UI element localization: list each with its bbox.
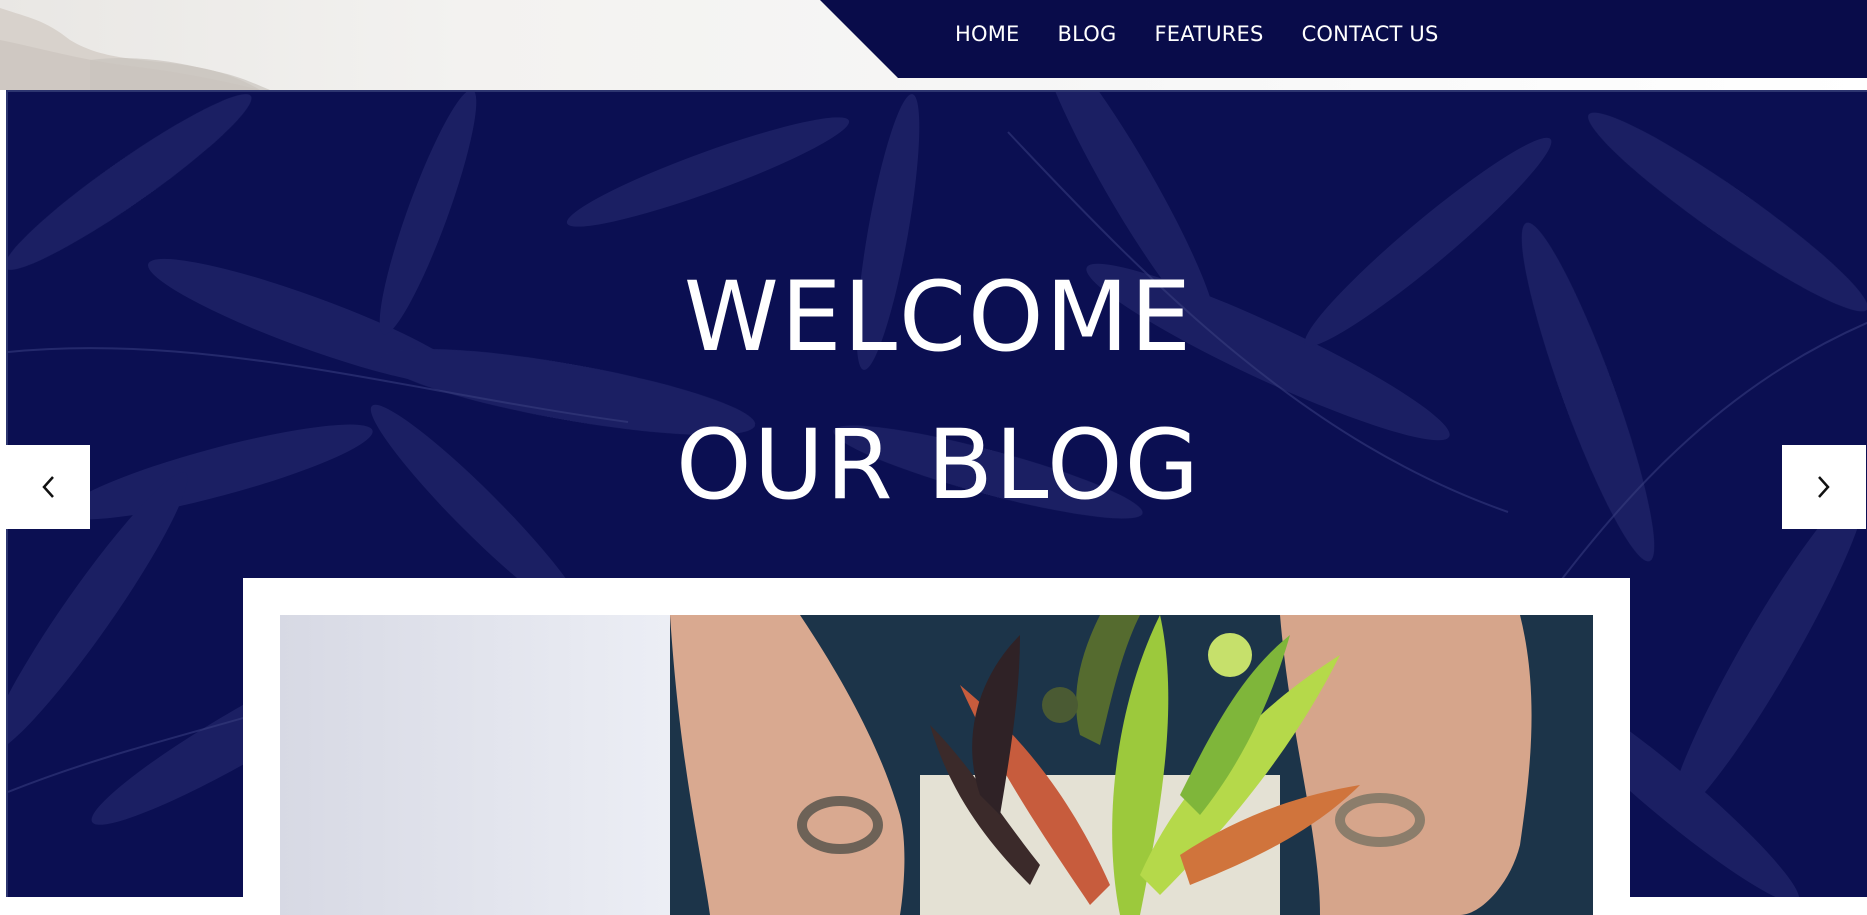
nav-item-home: HOME bbox=[955, 22, 1020, 46]
nav-menu: HOME BLOG FEATURES CONTACT US bbox=[955, 22, 1439, 46]
succulent-hands-image bbox=[280, 615, 1593, 915]
slider-next-button[interactable] bbox=[1782, 445, 1866, 529]
nav-link-contact-us[interactable]: CONTACT US bbox=[1302, 22, 1439, 46]
hero-heading-line1: WELCOME bbox=[683, 261, 1194, 374]
nav-item-features: FEATURES bbox=[1154, 22, 1263, 46]
chevron-right-icon bbox=[1818, 476, 1830, 498]
chevron-left-icon bbox=[42, 476, 54, 498]
post-featured-image[interactable] bbox=[280, 615, 1593, 915]
nav-item-blog: BLOG bbox=[1058, 22, 1117, 46]
main-navigation: HOME BLOG FEATURES CONTACT US bbox=[820, 0, 1867, 78]
slider-prev-button[interactable] bbox=[6, 445, 90, 529]
hero-heading-line2: OUR BLOG bbox=[676, 409, 1201, 522]
nav-link-blog[interactable]: BLOG bbox=[1058, 22, 1117, 46]
nav-item-contact: CONTACT US bbox=[1302, 22, 1439, 46]
landscape-background-image bbox=[0, 8, 270, 90]
nav-link-home[interactable]: HOME bbox=[955, 22, 1020, 46]
nav-link-features[interactable]: FEATURES bbox=[1154, 22, 1263, 46]
hero-heading: WELCOME OUR BLOG bbox=[8, 243, 1867, 539]
featured-post-card[interactable] bbox=[243, 578, 1630, 915]
